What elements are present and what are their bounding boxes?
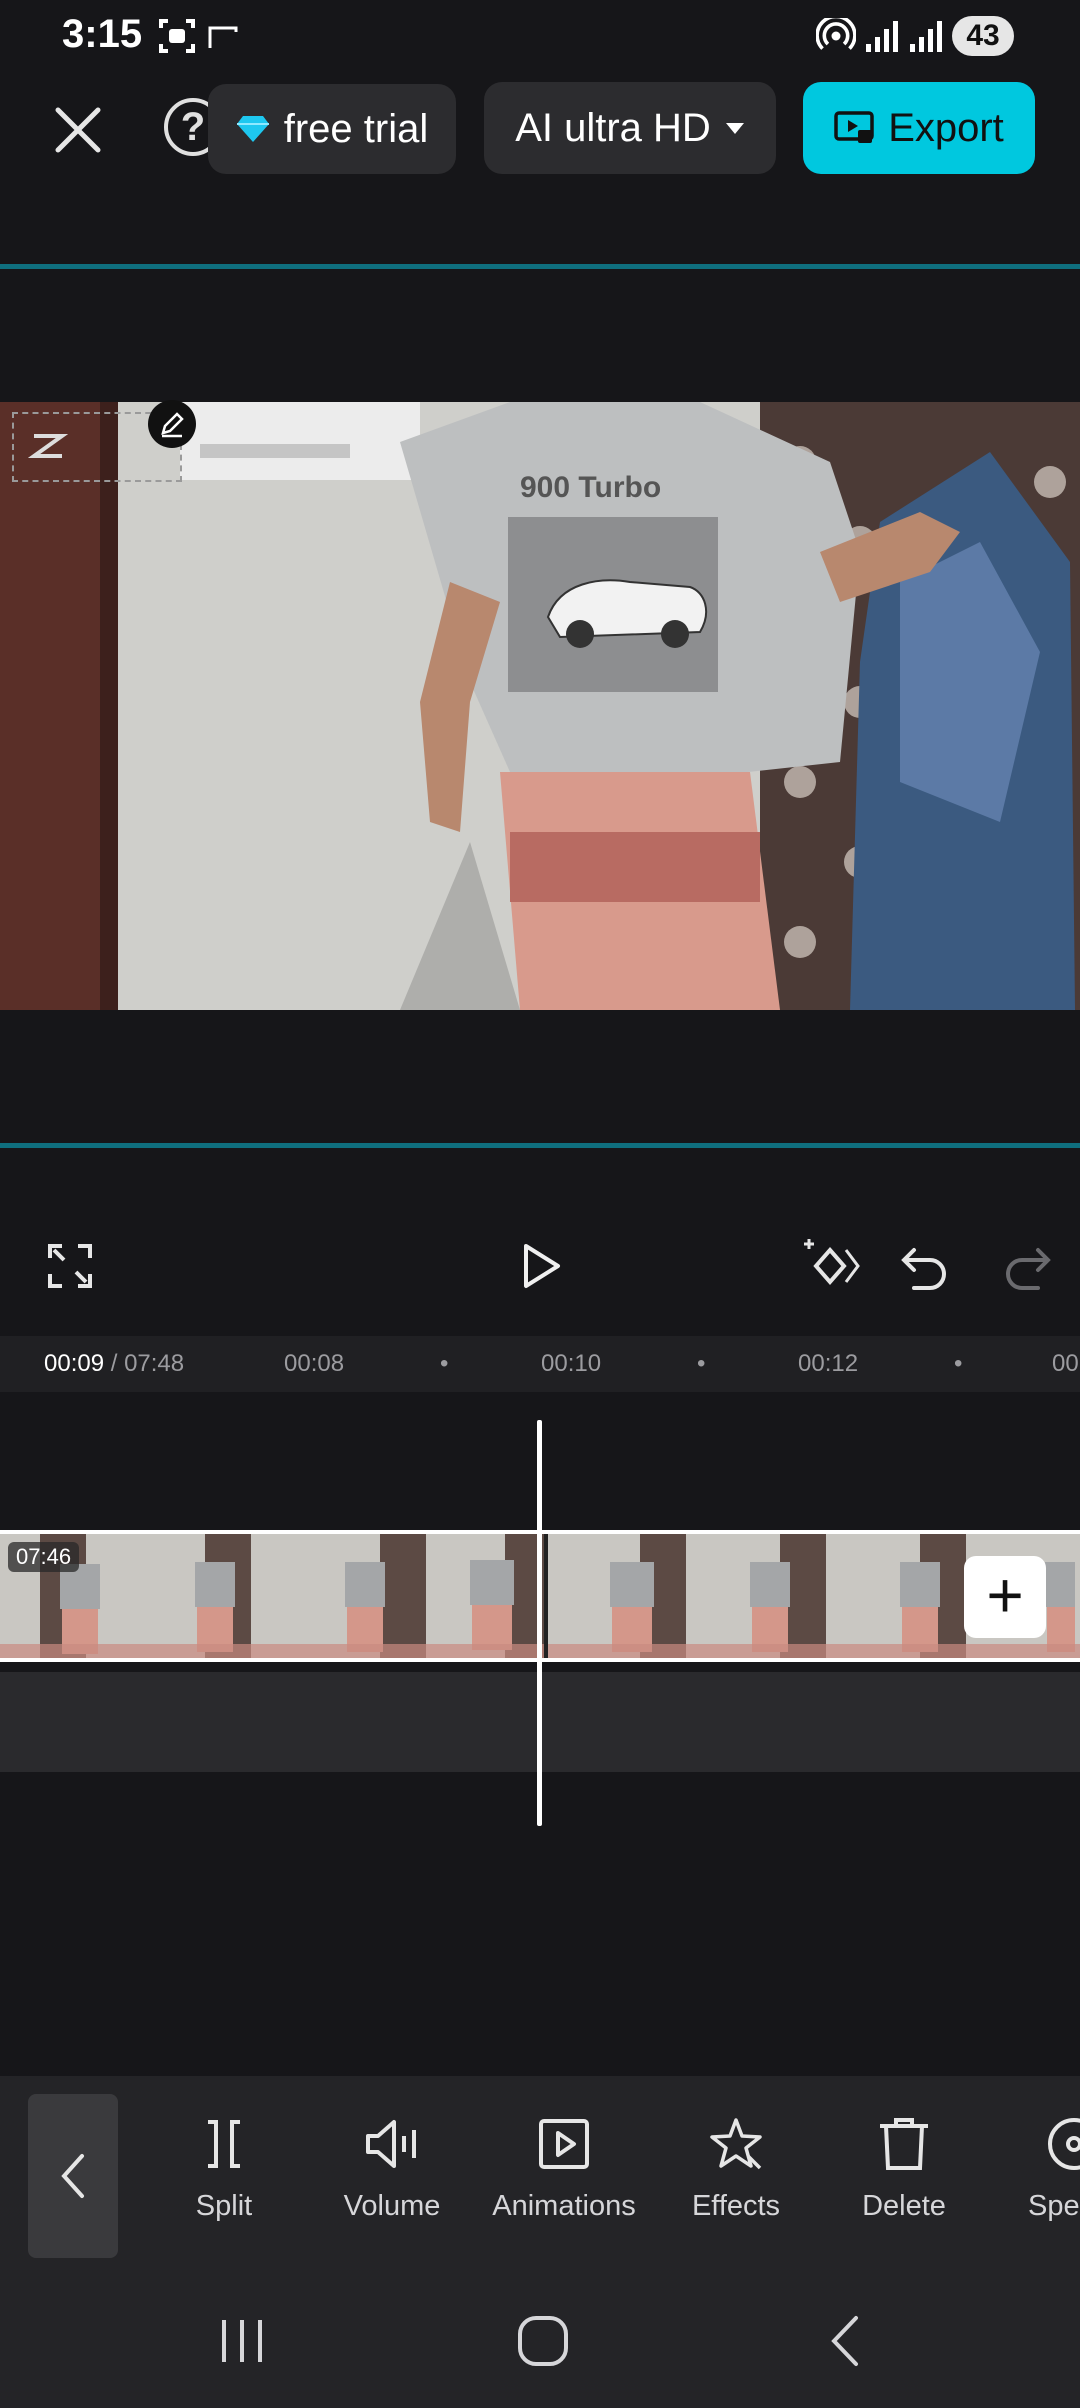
play-icon[interactable] <box>510 1236 570 1296</box>
recents-icon[interactable] <box>214 2316 270 2366</box>
hotspot-icon <box>816 18 856 50</box>
speed-label: Spe <box>1028 2190 1080 2222</box>
effects-icon <box>710 2118 762 2170</box>
tick-label: 00:08 <box>284 1350 345 1377</box>
toolbar-back-button[interactable] <box>28 2094 118 2258</box>
split-tool[interactable]: Split <box>144 2116 304 2223</box>
tick-dot: • <box>697 1350 706 1377</box>
export-label: Export <box>888 105 1004 150</box>
quality-label: AI ultra HD <box>515 105 711 150</box>
animations-label: Animations <box>492 2190 636 2222</box>
volume-label: Volume <box>343 2190 441 2222</box>
effects-tool[interactable]: Effects <box>656 2116 816 2223</box>
screenshot-icon <box>159 19 195 53</box>
volume-tool[interactable]: Volume <box>312 2116 472 2223</box>
playhead[interactable] <box>537 1420 542 1826</box>
quality-dropdown[interactable]: AI ultra HD <box>484 82 776 174</box>
capcut-logo-icon <box>28 434 68 458</box>
speed-icon <box>1048 2118 1080 2170</box>
current-time: 00:09 <box>44 1350 105 1377</box>
editor-top-bar: ? free trial AI ultra HD Export <box>0 72 1080 182</box>
free-trial-label: free trial <box>283 106 429 151</box>
animations-icon <box>539 2119 589 2169</box>
signal-icon <box>866 21 898 52</box>
add-clip-button[interactable]: + <box>964 1556 1046 1638</box>
chevron-down-icon <box>725 123 744 134</box>
cast-icon <box>208 26 238 48</box>
edit-watermark-button[interactable] <box>148 400 196 448</box>
total-time: / 07:48 <box>110 1350 185 1377</box>
undo-icon[interactable] <box>896 1236 956 1296</box>
clip-duration: 07:46 <box>8 1542 80 1572</box>
shirt-text: 900 Turbo <box>520 471 661 504</box>
tick-label: 00: <box>1052 1350 1080 1377</box>
home-icon[interactable] <box>516 2314 570 2368</box>
split-label: Split <box>195 2190 253 2222</box>
video-preview-frame[interactable]: 900 Turbo <box>0 402 1080 1010</box>
chevron-left-icon <box>61 2154 84 2198</box>
tick-dot: • <box>440 1350 449 1377</box>
free-trial-button[interactable]: free trial <box>208 84 456 174</box>
delete-icon <box>880 2118 928 2170</box>
redo-icon[interactable] <box>996 1236 1056 1296</box>
keyframe-icon[interactable] <box>796 1236 862 1296</box>
speed-tool[interactable]: Spe <box>990 2116 1080 2223</box>
time-display: 00:09 / 07:48 <box>44 1350 184 1378</box>
diamond-icon <box>236 116 269 142</box>
battery-indicator: 43 <box>952 16 1014 56</box>
split-icon <box>208 2120 240 2168</box>
timeline-ruler[interactable]: 00:09 / 07:48 00:08 • 00:10 • 00:12 • 00… <box>0 1336 1080 1392</box>
video-frame-image: 900 Turbo <box>0 402 1080 1010</box>
delete-label: Delete <box>862 2190 946 2222</box>
tick-dot: • <box>954 1350 963 1377</box>
back-icon[interactable] <box>822 2314 872 2368</box>
tick-label: 00:10 <box>541 1350 602 1377</box>
status-bar: 3:15 43 <box>0 0 1080 72</box>
export-icon <box>834 111 874 143</box>
edit-toolbar: Split Volume Animations Effects Delete S… <box>0 2076 1080 2280</box>
tick-label: 00:12 <box>798 1350 859 1377</box>
delete-tool[interactable]: Delete <box>824 2116 984 2223</box>
status-time: 3:15 <box>62 12 143 56</box>
signal-icon <box>910 21 942 52</box>
close-icon[interactable] <box>44 96 112 164</box>
effects-label: Effects <box>691 2190 781 2222</box>
pencil-icon <box>161 412 184 438</box>
fullscreen-icon[interactable] <box>40 1236 100 1296</box>
system-nav-bar <box>0 2280 1080 2408</box>
export-button[interactable]: Export <box>803 82 1035 174</box>
volume-icon <box>366 2120 416 2168</box>
animations-tool[interactable]: Animations <box>484 2116 644 2223</box>
